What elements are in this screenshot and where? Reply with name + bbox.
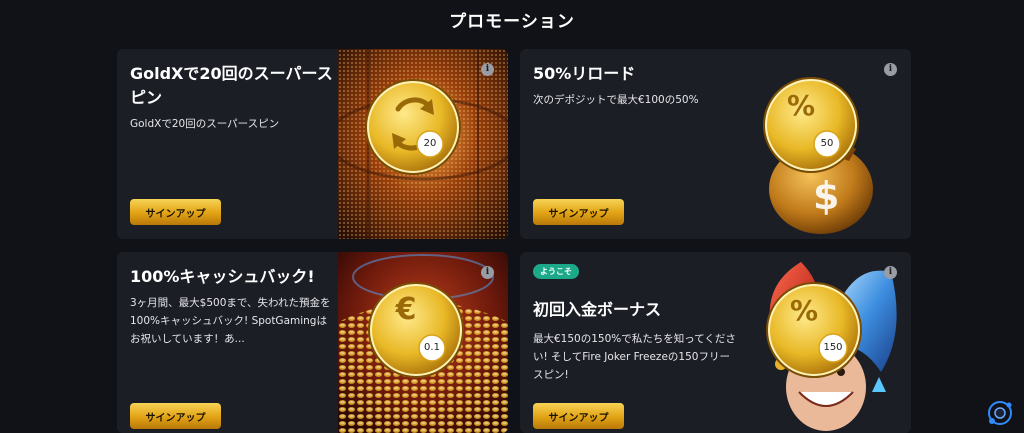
promotions-page: プロモーション GoldXで20回のスーパースピン GoldXで20回のスーパー… bbox=[0, 0, 1024, 433]
promo-image: € 0.1 bbox=[338, 252, 508, 433]
promo-description: 最大€150の150%で私たちを知ってください! そしてFire Joker F… bbox=[533, 333, 736, 381]
info-icon[interactable]: i bbox=[884, 266, 897, 279]
signup-button[interactable]: サインアップ bbox=[130, 403, 221, 429]
signup-button[interactable]: サインアップ bbox=[533, 199, 624, 225]
coin-value: 20 bbox=[423, 138, 437, 149]
promo-description: 3ヶ月間、最大$500まで、失われた預金を100%キャッシュバック! SpotG… bbox=[130, 297, 331, 345]
promo-card-reload[interactable]: 50%リロード 次のデポジットで最大€100の50% サインアップ $ % 50… bbox=[520, 49, 911, 239]
info-icon[interactable]: i bbox=[481, 266, 494, 279]
promo-title: 初回入金ボーナス bbox=[533, 300, 662, 319]
info-icon[interactable]: i bbox=[884, 63, 897, 76]
percent-icon: % bbox=[786, 89, 816, 122]
svg-text:$: $ bbox=[813, 174, 839, 218]
signup-button[interactable]: サインアップ bbox=[533, 403, 624, 429]
welcome-badge: ようこそ bbox=[533, 264, 579, 279]
info-icon[interactable]: i bbox=[481, 63, 494, 76]
promo-description: GoldXで20回のスーパースピン bbox=[130, 118, 280, 130]
promo-image: % 150 bbox=[741, 252, 911, 433]
page-title: プロモーション bbox=[449, 12, 575, 32]
signup-button[interactable]: サインアップ bbox=[130, 199, 221, 225]
promo-image: $ % 50 bbox=[741, 49, 911, 239]
promo-image: 20 bbox=[338, 49, 508, 239]
euro-icon: € bbox=[395, 292, 417, 327]
support-chat-icon[interactable] bbox=[986, 399, 1014, 427]
promo-card-first-deposit[interactable]: ようこそ 初回入金ボーナス 最大€150の150%で私たちを知ってください! そ… bbox=[520, 252, 911, 433]
coin-value: 50 bbox=[820, 138, 834, 149]
promo-title: GoldXで20回のスーパースピン bbox=[130, 64, 333, 107]
promo-card-goldx-spins[interactable]: GoldXで20回のスーパースピン GoldXで20回のスーパースピン サインア… bbox=[117, 49, 508, 239]
coin-value: 0.1 bbox=[424, 342, 440, 353]
promo-description: 次のデポジットで最大€100の50% bbox=[533, 94, 699, 106]
percent-icon: % bbox=[789, 294, 819, 327]
promo-card-cashback[interactable]: 100%キャッシュバック! 3ヶ月間、最大$500まで、失われた預金を100%キ… bbox=[117, 252, 508, 433]
promo-title: 100%キャッシュバック! bbox=[130, 267, 315, 286]
coin-value: 150 bbox=[823, 342, 843, 353]
promo-title: 50%リロード bbox=[533, 64, 636, 83]
